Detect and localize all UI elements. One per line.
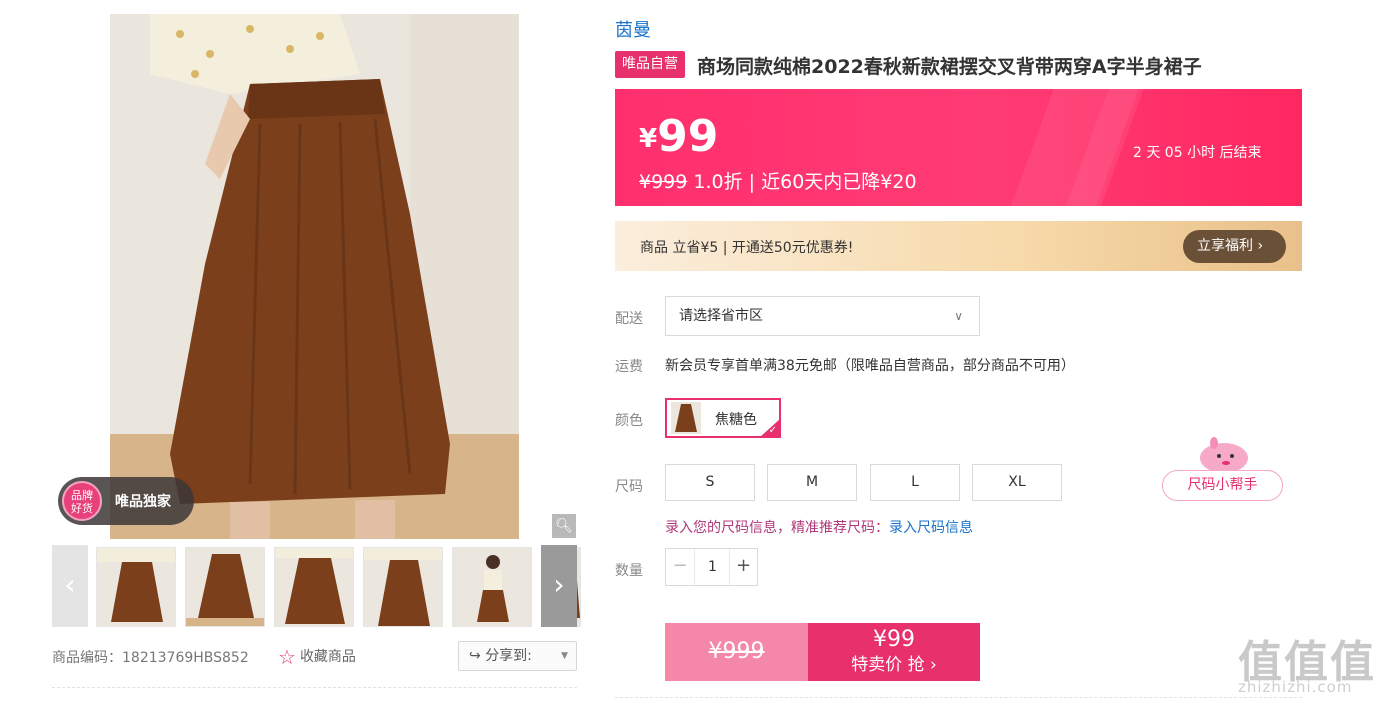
discount-rate: 1.0折 (693, 171, 743, 193)
size-note: 录入您的尺码信息，精准推荐尺码：录入尺码信息 (665, 517, 973, 537)
thumbnail[interactable] (274, 547, 354, 627)
product-meta-row: 商品编码：18213769HBS852 ☆ 收藏商品 ↪ 分享到: ▼ (52, 641, 577, 671)
price-subline: ¥999 1.0折 | 近60天内已降¥20 (639, 167, 917, 194)
self-operated-tag: 唯品自营 (615, 51, 685, 78)
buy-now-button[interactable]: ¥99 特卖价 抢 › (808, 623, 980, 681)
size-helper-label: 尺码小帮手 (1162, 470, 1283, 501)
minus-icon[interactable]: − (666, 549, 695, 585)
mascot-icon (1200, 437, 1248, 473)
claim-benefit-label: 立享福利 (1197, 238, 1253, 254)
color-label: 颜色 (615, 413, 643, 429)
exclusive-badge: 品牌 好货 唯品独家 (58, 477, 194, 525)
current-price: ¥99 (639, 111, 718, 162)
freight-label: 运费 (615, 359, 643, 375)
chevron-right-icon: › (1257, 238, 1264, 254)
favorite-label: 收藏商品 (299, 649, 356, 665)
size-label: 尺码 (615, 479, 643, 495)
brand-seal-icon: 品牌 好货 (62, 481, 102, 521)
seal-line-1: 品牌 (71, 489, 93, 502)
size-option-l[interactable]: L (870, 464, 960, 501)
checkmark-icon: ✓ (768, 425, 777, 436)
buy-action-label: 特卖价 抢 (851, 655, 925, 675)
freight-text: 新会员专享首单满38元免邮（限唯品自营商品，部分商品不可用） (665, 358, 1075, 374)
price-panel: ¥99 ¥999 1.0折 | 近60天内已降¥20 2 天 05 小时 后结束 (615, 89, 1302, 206)
original-price-button[interactable]: ¥999 (665, 623, 808, 681)
site-watermark: 值值值 zhizhizhi.com (1238, 626, 1388, 704)
divider (52, 687, 577, 688)
share-label: 分享到: (485, 648, 532, 664)
sale-countdown: 2 天 05 小时 后结束 (1133, 145, 1262, 161)
price-drop-note: 近60天内已降¥20 (761, 171, 917, 193)
thumbnail[interactable] (363, 547, 443, 627)
chevron-left-icon[interactable]: ‹ (52, 545, 88, 627)
original-price: ¥999 (639, 171, 688, 193)
exclusive-text: 唯品独家 (115, 494, 171, 510)
size-option-xl[interactable]: XL (972, 464, 1062, 501)
divider (615, 697, 1302, 698)
thumbnail[interactable] (185, 547, 265, 627)
current-price-value: 99 (657, 111, 719, 162)
share-icon: ↪ (469, 648, 481, 664)
delivery-label: 配送 (615, 311, 643, 327)
magnifier-icon[interactable]: 🔍︎ (552, 514, 576, 538)
region-select-value: 请选择省市区 (679, 308, 763, 324)
chevron-down-icon: ∨ (954, 309, 963, 323)
claim-benefit-button[interactable]: 立享福利 › (1183, 230, 1286, 263)
promo-banner: 商品 立省¥5 | 开通送50元优惠券! 立享福利 › (615, 221, 1302, 271)
quantity-label: 数量 (615, 563, 643, 579)
main-product-image[interactable] (110, 14, 519, 539)
sku-code: 商品编码：18213769HBS852 (52, 650, 249, 666)
watermark-url: zhizhizhi.com (1238, 678, 1353, 696)
size-option-s[interactable]: S (665, 464, 755, 501)
skirt-photo (110, 14, 519, 539)
thumbnail-strip: ‹ › (52, 545, 581, 627)
thumbnail[interactable] (452, 547, 532, 627)
color-swatch (671, 402, 701, 434)
buy-original-price: ¥999 (708, 639, 765, 664)
buy-price: ¥99 (873, 627, 915, 652)
promo-text: 商品 立省¥5 | 开通送50元优惠券! (640, 240, 854, 256)
chevron-right-icon[interactable]: › (541, 545, 577, 627)
region-select[interactable]: 请选择省市区 ∨ (665, 296, 980, 336)
plus-icon[interactable]: + (729, 549, 757, 585)
quantity-stepper: − 1 + (665, 548, 758, 586)
star-icon: ☆ (278, 645, 296, 669)
size-option-m[interactable]: M (767, 464, 857, 501)
enter-size-link[interactable]: 录入尺码信息 (889, 520, 973, 536)
size-helper[interactable]: 尺码小帮手 (1162, 434, 1283, 502)
color-option-caramel[interactable]: 焦糖色 ✓ (665, 398, 781, 438)
color-option-label: 焦糖色 (715, 412, 757, 428)
size-note-text: 录入您的尺码信息，精准推荐尺码： (665, 520, 889, 536)
quantity-value[interactable]: 1 (695, 549, 730, 585)
share-dropdown[interactable]: ↪ 分享到: ▼ (458, 641, 577, 671)
seal-line-2: 好货 (71, 502, 93, 515)
buy-action: 特卖价 抢 › (851, 655, 937, 675)
currency-symbol: ¥ (639, 124, 658, 154)
product-title: 商场同款纯棉2022春秋新款裙摆交叉背带两穿A字半身裙子 (697, 56, 1202, 78)
thumbnail[interactable] (96, 547, 176, 627)
price-separator: | (748, 171, 756, 193)
brand-link[interactable]: 茵曼 (615, 16, 651, 42)
favorite-button[interactable]: ☆ 收藏商品 (278, 645, 356, 669)
caret-down-icon: ▼ (561, 651, 568, 661)
